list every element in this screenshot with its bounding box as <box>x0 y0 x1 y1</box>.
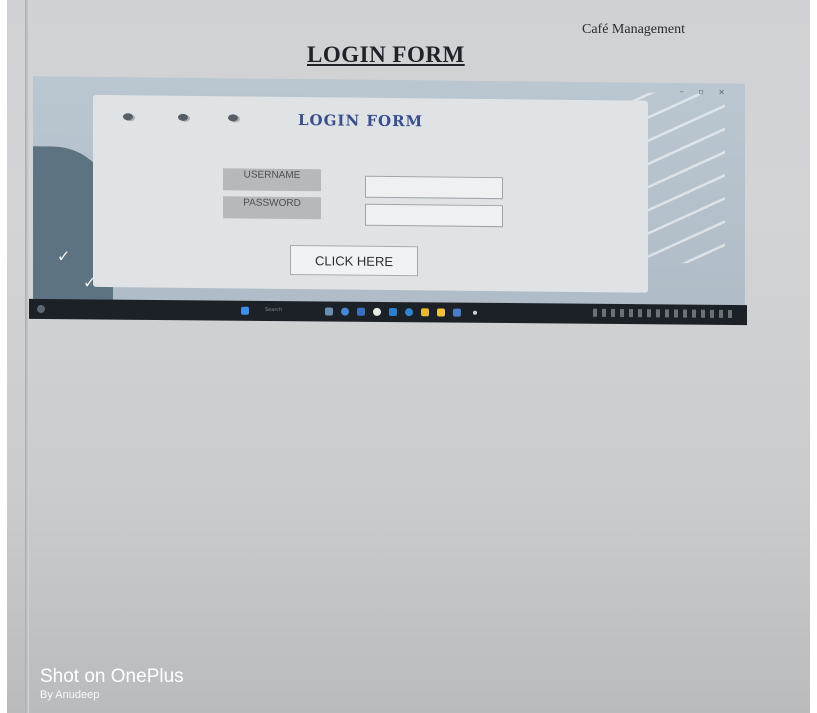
password-input[interactable] <box>365 203 503 228</box>
watermark-author: By Anudeep <box>40 689 100 701</box>
watermark-brand: Shot on OnePlus <box>40 666 184 687</box>
window-controls[interactable]: – ▫ × <box>680 87 731 97</box>
chrome-icon[interactable] <box>373 307 381 316</box>
files-icon[interactable] <box>437 308 445 317</box>
camera-watermark: Shot on OnePlus By Anudeep <box>40 666 184 702</box>
edge-icon[interactable] <box>341 307 349 316</box>
page-header: Café Management <box>581 22 685 37</box>
taskbar-search[interactable]: Search <box>265 307 282 313</box>
paper-edge <box>25 0 29 713</box>
document-title: LOGIN FORM <box>307 42 465 67</box>
windows-start-icon[interactable] <box>241 306 249 315</box>
app-screenshot: – ▫ × ✓ ✓ ✓ ✓ LOGIN FORM USERNAME PASSWO… <box>33 76 745 320</box>
weather-icon[interactable] <box>37 304 45 314</box>
arrow-icon[interactable] <box>473 310 477 315</box>
login-form-title: LOGIN FORM <box>298 111 424 131</box>
decorative-dot-icon <box>178 113 188 121</box>
password-label: PASSWORD <box>223 196 321 220</box>
file-explorer-icon[interactable] <box>325 307 333 316</box>
username-label: USERNAME <box>223 168 321 192</box>
photo-frame: Café Management LOGIN FORM – ▫ × ✓ ✓ ✓ ✓… <box>0 0 817 713</box>
store-icon[interactable] <box>389 308 397 317</box>
click-here-button[interactable]: CLICK HERE <box>290 244 418 277</box>
decorative-dot-icon <box>123 113 133 121</box>
decorative-dot-icon <box>228 114 238 122</box>
username-input[interactable] <box>365 175 503 200</box>
folder-icon[interactable] <box>421 308 429 317</box>
settings-icon[interactable] <box>453 308 461 317</box>
browser-icon[interactable] <box>405 308 413 317</box>
printed-page-photo: Café Management LOGIN FORM – ▫ × ✓ ✓ ✓ ✓… <box>7 0 810 713</box>
system-tray[interactable] <box>593 308 733 319</box>
login-panel: LOGIN FORM USERNAME PASSWORD CLICK HERE <box>93 94 648 293</box>
checkmark-icon: ✓ <box>57 246 71 266</box>
mail-icon[interactable] <box>357 307 365 316</box>
